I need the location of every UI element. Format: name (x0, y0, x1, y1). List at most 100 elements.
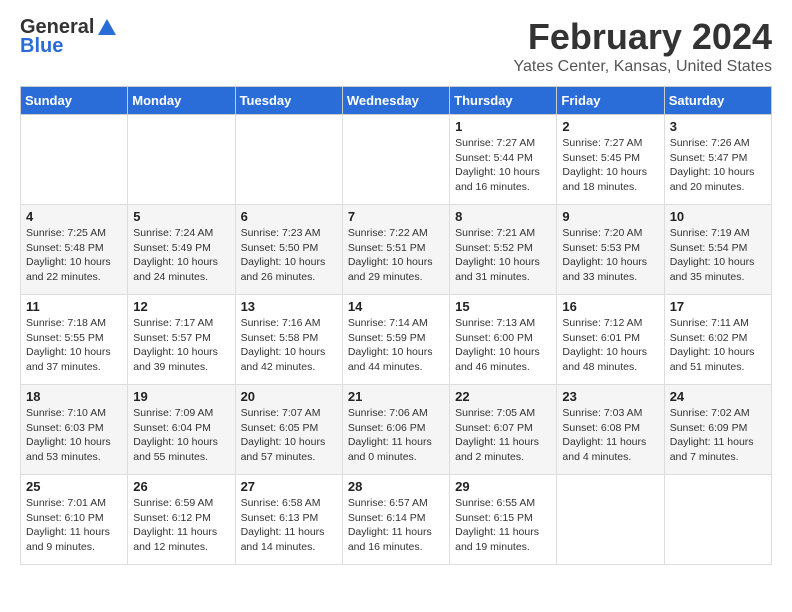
day-number: 1 (455, 119, 551, 134)
day-number: 6 (241, 209, 337, 224)
day-number: 14 (348, 299, 444, 314)
calendar-cell (664, 475, 771, 565)
calendar-cell: 17Sunrise: 7:11 AM Sunset: 6:02 PM Dayli… (664, 295, 771, 385)
day-header-saturday: Saturday (664, 87, 771, 115)
calendar-cell: 9 Sunrise: 7:20 AM Sunset: 5:53 PM Daylig… (557, 205, 664, 295)
calendar-cell: 15Sunrise: 7:13 AM Sunset: 6:00 PM Dayli… (450, 295, 557, 385)
day-info: Sunrise: 7:12 AM Sunset: 6:01 PM Dayligh… (562, 316, 658, 375)
day-number: 21 (348, 389, 444, 404)
calendar-cell: 10 Sunrise: 7:19 AM Sunset: 5:54 PM Dayli… (664, 205, 771, 295)
day-number: 16 (562, 299, 658, 314)
day-header-monday: Monday (128, 87, 235, 115)
day-number: 5 (133, 209, 229, 224)
day-number: 20 (241, 389, 337, 404)
day-number: 19 (133, 389, 229, 404)
calendar-cell (128, 115, 235, 205)
calendar-cell: 24 Sunrise: 7:02 AM Sunset: 6:09 PM Dayli… (664, 385, 771, 475)
calendar-cell: 26Sunrise: 6:59 AM Sunset: 6:12 PM Dayli… (128, 475, 235, 565)
calendar-cell: 13 Sunrise: 7:16 AM Sunset: 5:58 PM Dayli… (235, 295, 342, 385)
day-info: Sunrise: 7:19 AM Sunset: 5:54 PM Dayligh… (670, 226, 766, 285)
calendar-cell: 27 Sunrise: 6:58 AM Sunset: 6:13 PM Dayli… (235, 475, 342, 565)
calendar-week-row: 18 Sunrise: 7:10 AM Sunset: 6:03 PM Dayli… (21, 385, 772, 475)
location-title: Yates Center, Kansas, United States (513, 58, 772, 76)
calendar-cell: 4Sunrise: 7:25 AM Sunset: 5:48 PM Daylig… (21, 205, 128, 295)
day-number: 23 (562, 389, 658, 404)
calendar-header-row: SundayMondayTuesdayWednesdayThursdayFrid… (21, 87, 772, 115)
day-info: Sunrise: 7:18 AM Sunset: 5:55 PM Dayligh… (26, 316, 122, 375)
day-number: 10 (670, 209, 766, 224)
day-info: Sunrise: 7:11 AM Sunset: 6:02 PM Dayligh… (670, 316, 766, 375)
day-number: 8 (455, 209, 551, 224)
day-info: Sunrise: 7:02 AM Sunset: 6:09 PM Dayligh… (670, 406, 766, 465)
day-info: Sunrise: 7:23 AM Sunset: 5:50 PM Dayligh… (241, 226, 337, 285)
day-number: 22 (455, 389, 551, 404)
day-info: Sunrise: 7:07 AM Sunset: 6:05 PM Dayligh… (241, 406, 337, 465)
calendar-cell: 20 Sunrise: 7:07 AM Sunset: 6:05 PM Dayli… (235, 385, 342, 475)
day-header-wednesday: Wednesday (342, 87, 449, 115)
calendar-cell: 12Sunrise: 7:17 AM Sunset: 5:57 PM Dayli… (128, 295, 235, 385)
day-info: Sunrise: 7:22 AM Sunset: 5:51 PM Dayligh… (348, 226, 444, 285)
day-number: 25 (26, 479, 122, 494)
day-number: 4 (26, 209, 122, 224)
calendar-week-row: 11Sunrise: 7:18 AM Sunset: 5:55 PM Dayli… (21, 295, 772, 385)
day-number: 3 (670, 119, 766, 134)
day-info: Sunrise: 7:16 AM Sunset: 5:58 PM Dayligh… (241, 316, 337, 375)
day-info: Sunrise: 7:01 AM Sunset: 6:10 PM Dayligh… (26, 496, 122, 555)
day-info: Sunrise: 7:27 AM Sunset: 5:44 PM Dayligh… (455, 136, 551, 195)
day-number: 13 (241, 299, 337, 314)
day-info: Sunrise: 7:27 AM Sunset: 5:45 PM Dayligh… (562, 136, 658, 195)
day-number: 24 (670, 389, 766, 404)
calendar-cell: 14 Sunrise: 7:14 AM Sunset: 5:59 PM Dayli… (342, 295, 449, 385)
day-info: Sunrise: 7:21 AM Sunset: 5:52 PM Dayligh… (455, 226, 551, 285)
day-header-thursday: Thursday (450, 87, 557, 115)
calendar-cell: 6 Sunrise: 7:23 AM Sunset: 5:50 PM Daylig… (235, 205, 342, 295)
day-info: Sunrise: 6:58 AM Sunset: 6:13 PM Dayligh… (241, 496, 337, 555)
logo-icon (96, 17, 118, 39)
day-number: 29 (455, 479, 551, 494)
calendar-cell: 16 Sunrise: 7:12 AM Sunset: 6:01 PM Dayli… (557, 295, 664, 385)
calendar-cell: 22Sunrise: 7:05 AM Sunset: 6:07 PM Dayli… (450, 385, 557, 475)
calendar-cell: 28 Sunrise: 6:57 AM Sunset: 6:14 PM Dayli… (342, 475, 449, 565)
day-info: Sunrise: 7:14 AM Sunset: 5:59 PM Dayligh… (348, 316, 444, 375)
day-header-sunday: Sunday (21, 87, 128, 115)
day-number: 27 (241, 479, 337, 494)
day-number: 18 (26, 389, 122, 404)
day-info: Sunrise: 7:20 AM Sunset: 5:53 PM Dayligh… (562, 226, 658, 285)
day-info: Sunrise: 7:26 AM Sunset: 5:47 PM Dayligh… (670, 136, 766, 195)
month-title: February 2024 (513, 16, 772, 58)
day-header-friday: Friday (557, 87, 664, 115)
calendar-cell: 11Sunrise: 7:18 AM Sunset: 5:55 PM Dayli… (21, 295, 128, 385)
calendar-body: 1 Sunrise: 7:27 AM Sunset: 5:44 PM Daylig… (21, 115, 772, 565)
day-number: 28 (348, 479, 444, 494)
calendar-cell: 7Sunrise: 7:22 AM Sunset: 5:51 PM Daylig… (342, 205, 449, 295)
calendar-cell: 18 Sunrise: 7:10 AM Sunset: 6:03 PM Dayli… (21, 385, 128, 475)
day-number: 9 (562, 209, 658, 224)
day-number: 12 (133, 299, 229, 314)
calendar-cell: 21 Sunrise: 7:06 AM Sunset: 6:06 PM Dayli… (342, 385, 449, 475)
day-number: 26 (133, 479, 229, 494)
logo-blue: Blue (20, 35, 63, 58)
day-number: 2 (562, 119, 658, 134)
calendar-week-row: 4Sunrise: 7:25 AM Sunset: 5:48 PM Daylig… (21, 205, 772, 295)
calendar-cell: 19 Sunrise: 7:09 AM Sunset: 6:04 PM Dayli… (128, 385, 235, 475)
day-number: 15 (455, 299, 551, 314)
logo: General Blue (20, 16, 118, 58)
day-info: Sunrise: 7:09 AM Sunset: 6:04 PM Dayligh… (133, 406, 229, 465)
day-info: Sunrise: 7:24 AM Sunset: 5:49 PM Dayligh… (133, 226, 229, 285)
calendar-cell (235, 115, 342, 205)
calendar-cell: 3 Sunrise: 7:26 AM Sunset: 5:47 PM Daylig… (664, 115, 771, 205)
title-section: February 2024 Yates Center, Kansas, Unit… (513, 16, 772, 76)
calendar-cell: 25 Sunrise: 7:01 AM Sunset: 6:10 PM Dayli… (21, 475, 128, 565)
calendar-cell: 29Sunrise: 6:55 AM Sunset: 6:15 PM Dayli… (450, 475, 557, 565)
calendar-week-row: 25 Sunrise: 7:01 AM Sunset: 6:10 PM Dayli… (21, 475, 772, 565)
day-info: Sunrise: 7:06 AM Sunset: 6:06 PM Dayligh… (348, 406, 444, 465)
day-info: Sunrise: 6:57 AM Sunset: 6:14 PM Dayligh… (348, 496, 444, 555)
calendar-cell (342, 115, 449, 205)
day-info: Sunrise: 7:03 AM Sunset: 6:08 PM Dayligh… (562, 406, 658, 465)
calendar-cell: 8 Sunrise: 7:21 AM Sunset: 5:52 PM Daylig… (450, 205, 557, 295)
day-info: Sunrise: 7:10 AM Sunset: 6:03 PM Dayligh… (26, 406, 122, 465)
calendar-table: SundayMondayTuesdayWednesdayThursdayFrid… (20, 86, 772, 565)
page-header: General Blue February 2024 Yates Center,… (20, 16, 772, 76)
calendar-cell (557, 475, 664, 565)
calendar-cell: 23 Sunrise: 7:03 AM Sunset: 6:08 PM Dayli… (557, 385, 664, 475)
